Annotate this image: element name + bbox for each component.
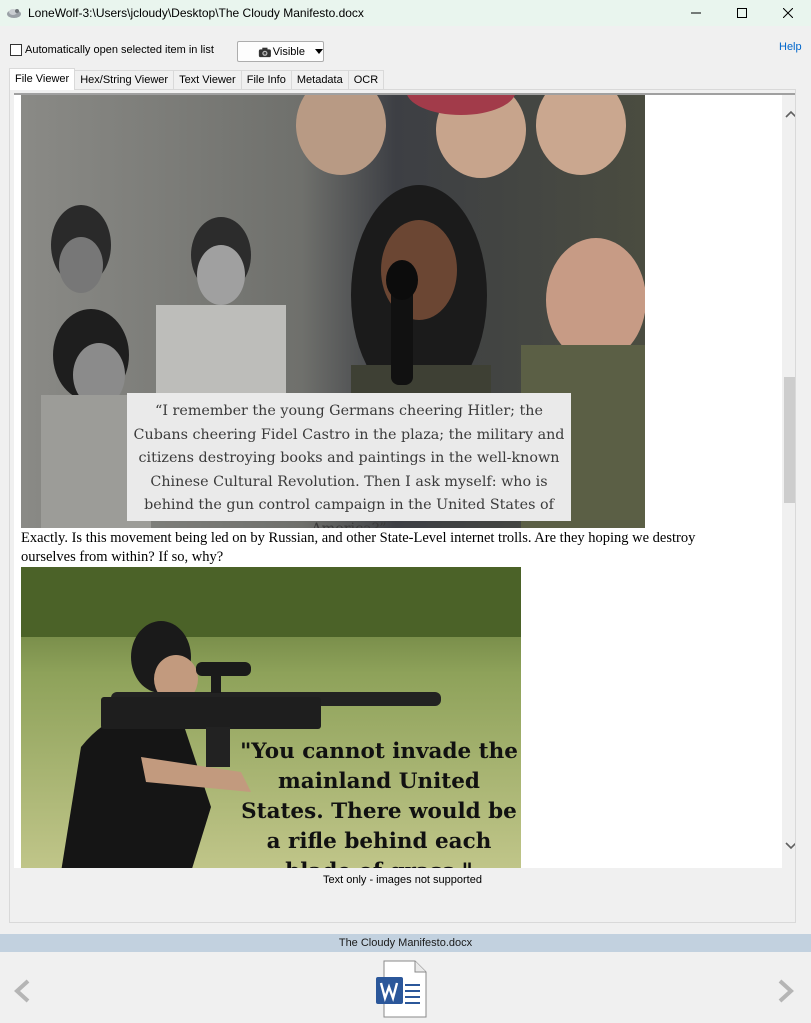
chevron-down-icon (315, 49, 323, 54)
close-button[interactable] (765, 0, 811, 26)
close-icon (783, 8, 793, 18)
maximize-icon (737, 8, 747, 18)
visibility-label: Visible (272, 45, 305, 58)
title-bar: LoneWolf-3:\Users\jcloudy\Desktop\The Cl… (0, 0, 811, 26)
chevron-left-icon (14, 979, 30, 1003)
previous-file-button[interactable] (12, 978, 32, 1004)
app-icon (7, 9, 21, 18)
file-name-bar: The Cloudy Manifesto.docx (0, 934, 811, 952)
tab-hex-string-viewer[interactable]: Hex/String Viewer (74, 70, 175, 90)
tab-text-viewer[interactable]: Text Viewer (173, 70, 242, 90)
auto-open-label: Automatically open selected item in list (25, 44, 214, 56)
vertical-scrollbar[interactable] (782, 95, 795, 868)
maximize-button[interactable] (719, 0, 765, 26)
tab-bar: File Viewer Hex/String Viewer Text Viewe… (9, 68, 385, 90)
chevron-right-icon (778, 979, 794, 1003)
window-title: LoneWolf-3:\Users\jcloudy\Desktop\The Cl… (28, 6, 364, 20)
file-viewer-panel: “I remember the young Germans cheering H… (9, 89, 796, 923)
word-document-icon (375, 960, 427, 1018)
next-file-button[interactable] (776, 978, 796, 1004)
camera-icon (258, 47, 271, 57)
document-viewer[interactable]: “I remember the young Germans cheering H… (14, 93, 795, 868)
visibility-dropdown[interactable]: Visible (237, 41, 324, 62)
chevron-down-icon (784, 841, 795, 849)
image-quote-text: "You cannot invade the mainland United S… (240, 739, 518, 868)
document-image-rifle-meme: "You cannot invade the mainland United S… (21, 567, 521, 868)
tab-metadata[interactable]: Metadata (290, 70, 349, 90)
viewer-status-note: Text only - images not supported (323, 874, 482, 886)
tab-file-info[interactable]: File Info (240, 70, 292, 90)
chevron-up-icon (784, 110, 795, 118)
file-name-label: The Cloudy Manifesto.docx (338, 937, 473, 949)
auto-open-checkbox[interactable] (10, 44, 22, 56)
scroll-down-button[interactable] (782, 837, 795, 854)
scroll-thumb[interactable] (784, 377, 795, 503)
tab-ocr[interactable]: OCR (347, 70, 385, 90)
help-link[interactable]: Help (779, 41, 802, 53)
minimize-button[interactable] (673, 0, 719, 26)
minimize-icon (691, 12, 701, 14)
auto-open-option[interactable]: Automatically open selected item in list (10, 44, 214, 56)
document-paragraph: Exactly. Is this movement being led on b… (21, 530, 696, 565)
scroll-up-button[interactable] (782, 105, 795, 122)
tab-file-viewer[interactable]: File Viewer (9, 68, 76, 90)
image-quote-text: “I remember the young Germans cheering H… (127, 393, 571, 528)
options-row: Automatically open selected item in list… (0, 36, 811, 64)
document-image-protest-collage: “I remember the young Germans cheering H… (21, 95, 645, 528)
